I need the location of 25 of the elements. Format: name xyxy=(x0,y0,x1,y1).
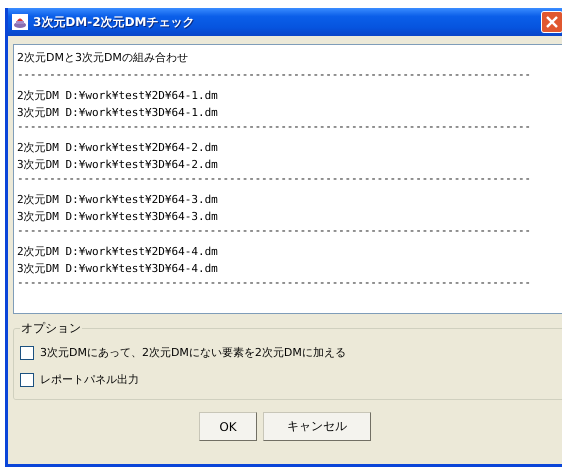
separator-text: -------------------------------------------------------------------------------- xyxy=(17,173,532,187)
window-title: 3次元DM-2次元DMチェック xyxy=(33,14,194,30)
output-line: 2次元DMと3次元DMの組み合わせ xyxy=(17,50,189,66)
separator-text: -------------------------------------------------------------------------------- xyxy=(17,69,532,83)
close-icon xyxy=(545,15,559,29)
checkbox-label: レポートパネル出力 xyxy=(40,372,139,387)
output-line: 3次元DM D:¥work¥test¥3D¥64-2.dm xyxy=(17,157,219,173)
dialog-button[interactable]: キャンセル xyxy=(263,412,371,441)
separator-text: -------------------------------------------------------------------------------- xyxy=(17,225,532,239)
checkbox[interactable] xyxy=(20,346,34,360)
dialog-button[interactable]: OK xyxy=(199,412,257,441)
checkbox[interactable] xyxy=(20,372,34,386)
app-icon xyxy=(12,14,28,30)
output-line: 3次元DM D:¥work¥test¥3D¥64-1.dm xyxy=(17,105,219,121)
output-line: 2次元DM D:¥work¥test¥2D¥64-4.dm xyxy=(17,244,219,260)
separator-text: -------------------------------------------------------------------------------- xyxy=(17,277,532,291)
output-line: 2次元DM D:¥work¥test¥2D¥64-3.dm xyxy=(17,192,219,208)
close-button[interactable] xyxy=(541,11,562,33)
output-line: 3次元DM D:¥work¥test¥3D¥64-3.dm xyxy=(17,209,219,225)
separator-text: -------------------------------------------------------------------------------- xyxy=(17,121,532,135)
options-title: オプション xyxy=(20,320,82,337)
checkbox-label: 3次元DMにあって、2次元DMにない要素を2次元DMに加える xyxy=(40,345,346,360)
output-line: 2次元DM D:¥work¥test¥2D¥64-1.dm xyxy=(17,88,219,104)
output-line: 3次元DM D:¥work¥test¥3D¥64-4.dm xyxy=(17,261,219,277)
output-line: 2次元DM D:¥work¥test¥2D¥64-2.dm xyxy=(17,140,219,156)
